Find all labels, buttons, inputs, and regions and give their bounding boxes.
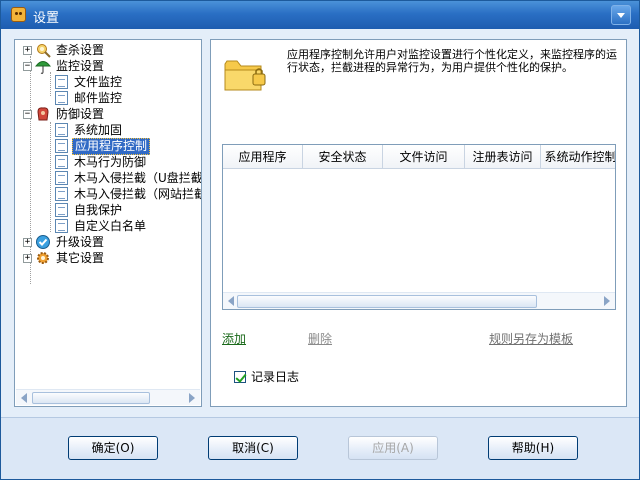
tree-item-label: 其它设置 xyxy=(56,250,105,265)
scroll-left-icon[interactable] xyxy=(228,296,234,306)
window-menu-button[interactable] xyxy=(611,5,631,25)
scan-settings-icon xyxy=(37,44,51,58)
column-header-security-status[interactable]: 安全状态 xyxy=(303,145,383,169)
title-bar[interactable]: 设置 xyxy=(1,1,639,29)
tree-item-label: 自定义白名单 xyxy=(74,218,147,233)
cancel-button[interactable]: 取消(C) xyxy=(208,436,298,460)
table-horizontal-scrollbar[interactable] xyxy=(223,292,615,309)
document-icon xyxy=(55,75,68,89)
help-button[interactable]: 帮助(H) xyxy=(488,436,578,460)
tree-item-label: 监控设置 xyxy=(56,58,105,73)
expand-icon[interactable]: + xyxy=(23,45,32,55)
delete-rule-link[interactable]: 删除 xyxy=(308,330,332,347)
tree-item-app-control[interactable]: 应用程序控制 xyxy=(55,137,151,155)
add-rule-link[interactable]: 添加 xyxy=(222,330,246,347)
document-icon xyxy=(55,91,68,105)
window-title: 设置 xyxy=(33,11,60,26)
tree-item-scan-settings[interactable]: + 查杀设置 xyxy=(23,42,106,58)
panel-description: 应用程序控制允许用户对监控设置进行个性化定义，来监控程序的运行状态，拦截进程的异… xyxy=(287,48,617,74)
tree-item-label: 查杀设置 xyxy=(56,42,105,57)
tree-guide xyxy=(50,122,51,232)
scroll-right-icon[interactable] xyxy=(189,393,195,403)
scroll-left-icon[interactable] xyxy=(21,393,27,403)
table-header: 应用程序 安全状态 文件访问 注册表访问 系统动作控制 xyxy=(223,145,615,169)
settings-gear-icon xyxy=(37,252,49,264)
column-header-application[interactable]: 应用程序 xyxy=(223,145,303,169)
log-checkbox-row[interactable]: 记录日志 xyxy=(234,368,299,385)
document-icon xyxy=(55,203,68,217)
app-rules-table: 应用程序 安全状态 文件访问 注册表访问 系统动作控制 xyxy=(222,144,616,310)
tree-item-other-settings[interactable]: + 其它设置 xyxy=(23,250,106,266)
app-control-panel: 应用程序控制允许用户对监控设置进行个性化定义，来监控程序的运行状态，拦截进程的异… xyxy=(210,39,627,407)
tree-item-label: 木马行为防御 xyxy=(74,154,147,169)
scrollbar-thumb[interactable] xyxy=(32,392,150,404)
tree-item-web-intercept[interactable]: 木马入侵拦截（网站拦截 xyxy=(55,186,202,202)
tree-item-trojan-behavior[interactable]: 木马行为防御 xyxy=(55,154,148,170)
tree-item-label: 文件监控 xyxy=(74,74,123,89)
tree-item-label-selected: 应用程序控制 xyxy=(72,137,151,155)
tree-item-label: 邮件监控 xyxy=(74,90,123,105)
apply-button[interactable]: 应用(A) xyxy=(348,436,438,460)
log-checkbox-label: 记录日志 xyxy=(251,370,300,384)
document-icon xyxy=(55,155,68,169)
tree-item-usb-intercept[interactable]: 木马入侵拦截（U盘拦截 xyxy=(55,170,202,186)
save-template-link[interactable]: 规则另存为模板 xyxy=(489,330,573,347)
folder-lock-icon xyxy=(224,60,266,91)
tree-item-label: 防御设置 xyxy=(56,106,105,121)
tree-guide xyxy=(50,72,51,96)
tree-item-whitelist[interactable]: 自定义白名单 xyxy=(55,218,148,234)
tree-item-system-hardening[interactable]: 系统加固 xyxy=(55,122,124,138)
log-checkbox[interactable] xyxy=(234,370,246,383)
document-icon xyxy=(55,171,68,185)
tree-item-self-protect[interactable]: 自我保护 xyxy=(55,202,124,218)
defense-glove-icon xyxy=(37,107,49,121)
document-icon xyxy=(55,187,68,201)
document-icon xyxy=(55,219,68,233)
column-header-system-action[interactable]: 系统动作控制 xyxy=(541,145,615,169)
tree-item-label: 系统加固 xyxy=(74,122,123,137)
ok-button[interactable]: 确定(O) xyxy=(68,436,158,460)
tree-item-mail-monitor[interactable]: 邮件监控 xyxy=(55,90,124,106)
tree-item-defense-settings[interactable]: − 防御设置 xyxy=(23,106,106,122)
settings-window: 设置 + 查杀设置 − 监控设置 文件监控 邮件监控 − 防御设置 系统加固 应… xyxy=(0,0,640,480)
tree-horizontal-scrollbar[interactable] xyxy=(16,389,200,405)
tree-item-label: 木马入侵拦截（U盘拦截 xyxy=(74,170,202,185)
expand-icon[interactable]: + xyxy=(23,253,32,263)
tree-item-file-monitor[interactable]: 文件监控 xyxy=(55,74,124,90)
tree-item-label: 自我保护 xyxy=(74,202,123,217)
column-header-file-access[interactable]: 文件访问 xyxy=(383,145,465,169)
check-globe-icon xyxy=(36,235,50,249)
collapse-icon[interactable]: − xyxy=(23,61,32,71)
tree-item-label: 升级设置 xyxy=(56,234,105,249)
dialog-button-bar: 确定(O) 取消(C) 应用(A) 帮助(H) xyxy=(1,417,639,479)
scrollbar-thumb[interactable] xyxy=(237,295,537,308)
expand-icon[interactable]: + xyxy=(23,237,32,247)
app-logo-icon xyxy=(11,7,26,22)
umbrella-icon xyxy=(35,61,51,74)
settings-tree: + 查杀设置 − 监控设置 文件监控 邮件监控 − 防御设置 系统加固 应用程序… xyxy=(14,39,202,407)
tree-item-update-settings[interactable]: + 升级设置 xyxy=(23,234,106,250)
tree-item-label: 木马入侵拦截（网站拦截 xyxy=(74,186,202,201)
scroll-right-icon[interactable] xyxy=(604,296,610,306)
document-icon xyxy=(55,123,68,137)
column-header-registry-access[interactable]: 注册表访问 xyxy=(465,145,541,169)
document-icon xyxy=(55,139,68,153)
collapse-icon[interactable]: − xyxy=(23,109,32,119)
tree-item-monitor-settings[interactable]: − 监控设置 xyxy=(23,58,106,74)
